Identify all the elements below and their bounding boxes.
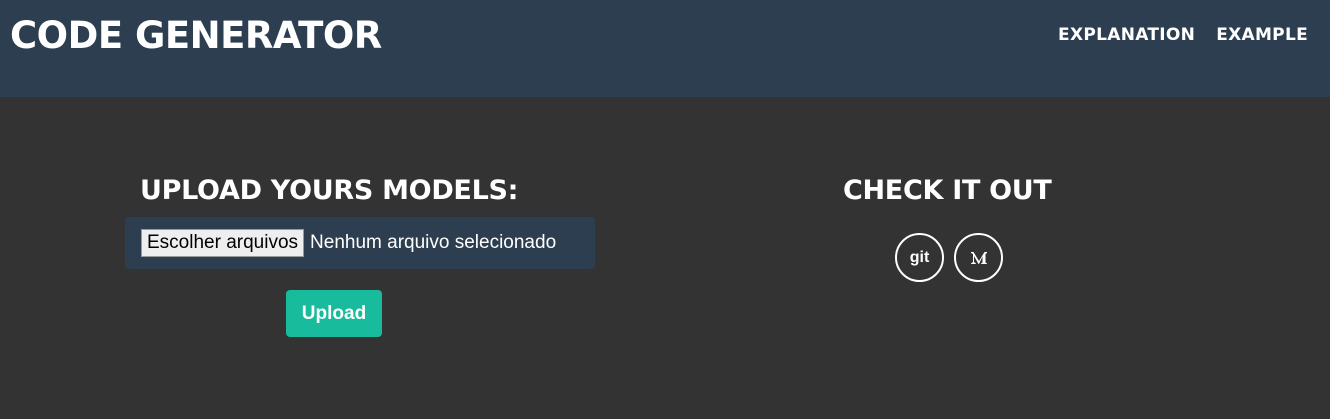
file-input[interactable]: Escolher arquivos Nenhum arquivo selecio… xyxy=(125,217,595,269)
nav-explanation-link[interactable]: EXPLANATION xyxy=(1058,24,1195,46)
brand-logo[interactable]: CODE GENERATOR xyxy=(10,14,382,58)
choose-files-button[interactable]: Escolher arquivos xyxy=(141,229,305,257)
top-navbar: CODE GENERATOR EXPLANATION EXAMPLE xyxy=(0,0,1330,97)
nav-example-link[interactable]: EXAMPLE xyxy=(1216,24,1308,46)
upload-title: UPLOAD YOURS MODELS: xyxy=(140,175,519,206)
upload-button[interactable]: Upload xyxy=(286,290,382,337)
social-links: git xyxy=(895,233,1003,282)
git-icon: git xyxy=(909,248,930,266)
main-nav: EXPLANATION EXAMPLE xyxy=(1058,24,1308,46)
file-status-text: Nenhum arquivo selecionado xyxy=(310,232,557,253)
check-it-out-title: CHECK IT OUT xyxy=(843,175,1052,206)
medium-icon xyxy=(970,251,987,264)
medium-link[interactable] xyxy=(954,233,1003,282)
git-link[interactable]: git xyxy=(895,233,944,282)
